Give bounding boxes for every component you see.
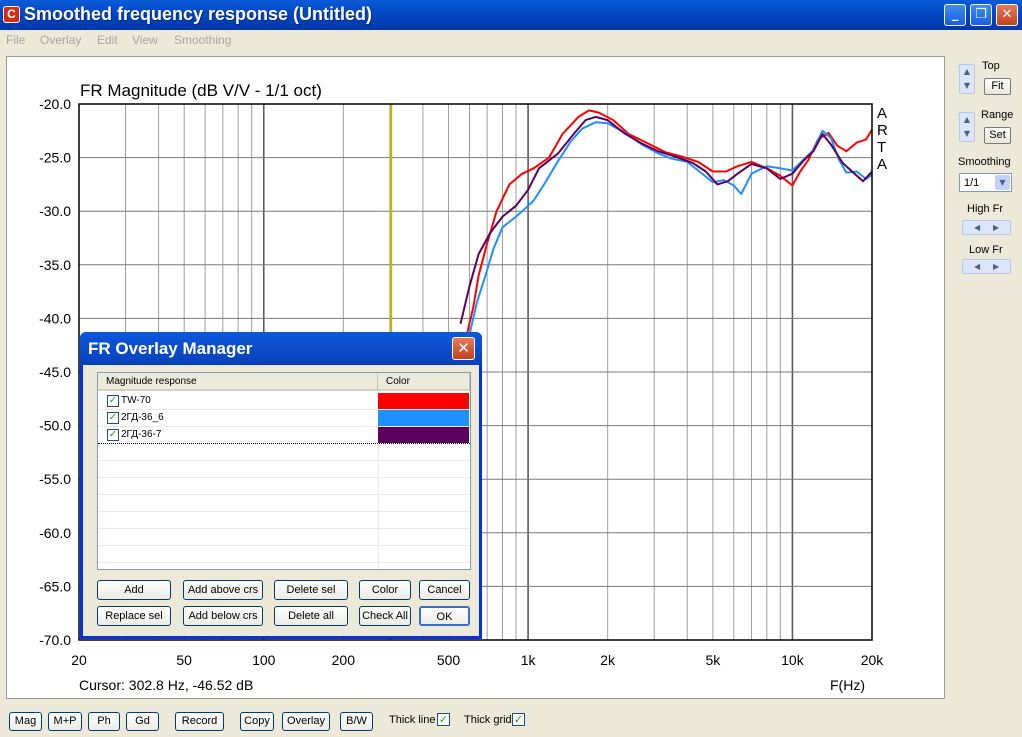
dialog-close-button[interactable]: ✕ xyxy=(452,337,475,360)
replace-sel-button[interactable]: Replace sel xyxy=(97,606,171,626)
row-name: 2ГД-36-7 xyxy=(121,429,162,440)
high-fr-label: High Fr xyxy=(967,203,1004,215)
x-tick-label: 100 xyxy=(252,652,276,668)
y-tick-label: -55.0 xyxy=(39,471,71,487)
range-label: Range xyxy=(981,109,1014,121)
x-tick-label: 20 xyxy=(71,652,87,668)
y-tick-label: -60.0 xyxy=(39,525,71,541)
x-tick-label: 5k xyxy=(705,652,721,668)
high-fr-arrows[interactable]: ◀ ▶ xyxy=(962,220,1011,235)
row-checkbox[interactable]: ✓ xyxy=(107,412,119,424)
mp-button[interactable]: M+P xyxy=(48,712,82,731)
bw-button[interactable]: B/W xyxy=(340,712,373,731)
x-tick-label: 1k xyxy=(521,652,537,668)
color-button[interactable]: Color xyxy=(359,580,411,600)
record-button[interactable]: Record xyxy=(175,712,224,731)
ph-button[interactable]: Ph xyxy=(88,712,120,731)
set-button[interactable]: Set xyxy=(984,127,1011,144)
row-color-swatch[interactable] xyxy=(378,393,469,409)
thick-line-label: Thick line xyxy=(389,714,436,726)
cancel-button[interactable]: Cancel xyxy=(419,580,470,600)
y-tick-label: -40.0 xyxy=(39,310,71,326)
add-button[interactable]: Add xyxy=(97,580,171,600)
delete-all-button[interactable]: Delete all xyxy=(274,606,348,626)
dialog-title: FR Overlay Manager xyxy=(88,339,253,358)
check-all-button[interactable]: Check All xyxy=(359,606,411,626)
top-spin[interactable]: ▲ ▼ xyxy=(959,64,975,94)
row-name: TW-70 xyxy=(121,395,151,406)
x-tick-label: 20k xyxy=(861,652,885,668)
smoothing-value: 1/1 xyxy=(964,177,980,189)
row-name: 2ГД-36_6 xyxy=(121,412,164,423)
x-tick-label: 10k xyxy=(781,652,805,668)
dialog-title-bar: FR Overlay Manager ✕ xyxy=(80,332,482,365)
y-tick-label: -35.0 xyxy=(39,257,71,273)
col-header-response[interactable]: Magnitude response xyxy=(98,373,378,391)
cursor-readout: Cursor: 302.8 Hz, -46.52 dB xyxy=(79,677,253,693)
top-label: Top xyxy=(982,60,1000,72)
ok-button[interactable]: OK xyxy=(419,606,470,626)
row-checkbox[interactable]: ✓ xyxy=(107,429,119,441)
fit-button[interactable]: Fit xyxy=(984,78,1011,95)
delete-sel-button[interactable]: Delete sel xyxy=(274,580,348,600)
chevron-down-icon[interactable]: ▼ xyxy=(995,175,1010,190)
watermark-r: R xyxy=(877,122,888,139)
range-spin[interactable]: ▲ ▼ xyxy=(959,112,975,142)
col-header-color[interactable]: Color xyxy=(378,373,470,391)
list-item[interactable]: ✓ TW-70 xyxy=(98,393,470,410)
smoothing-select[interactable]: 1/1 ▼ xyxy=(959,173,1012,192)
x-tick-label: 50 xyxy=(176,652,192,668)
overlay-manager-dialog: FR Overlay Manager ✕ Magnitude response … xyxy=(80,332,482,639)
overlay-list[interactable]: Magnitude response Color ✓ TW-70 ✓ 2ГД-3… xyxy=(97,372,471,570)
watermark-a2: A xyxy=(877,156,887,173)
thick-grid-label: Thick grid xyxy=(464,714,512,726)
watermark-a1: A xyxy=(877,105,887,122)
copy-button[interactable]: Copy xyxy=(240,712,274,731)
row-checkbox[interactable]: ✓ xyxy=(107,395,119,407)
low-fr-arrows[interactable]: ◀ ▶ xyxy=(962,259,1011,274)
smoothing-label: Smoothing xyxy=(958,156,1011,168)
row-color-swatch[interactable] xyxy=(378,410,469,426)
y-tick-label: -70.0 xyxy=(39,632,71,648)
x-tick-label: 500 xyxy=(437,652,461,668)
watermark-t: T xyxy=(877,139,886,156)
add-below-crs-button[interactable]: Add below crs xyxy=(183,606,263,626)
y-tick-label: -65.0 xyxy=(39,578,71,594)
row-color-swatch[interactable] xyxy=(378,427,469,443)
x-tick-label: 200 xyxy=(332,652,356,668)
overlay-button[interactable]: Overlay xyxy=(282,712,330,731)
plot-title: FR Magnitude (dB V/V - 1/1 oct) xyxy=(80,81,322,100)
thick-line-checkbox[interactable]: ✓ xyxy=(437,713,450,726)
y-tick-label: -25.0 xyxy=(39,150,71,166)
thick-grid-checkbox[interactable]: ✓ xyxy=(512,713,525,726)
gd-button[interactable]: Gd xyxy=(126,712,159,731)
y-tick-label: -50.0 xyxy=(39,418,71,434)
series-line-1 xyxy=(464,109,873,341)
series-line-3 xyxy=(459,115,873,325)
y-tick-label: -20.0 xyxy=(39,96,71,112)
list-item[interactable]: ✓ 2ГД-36-7 xyxy=(98,427,470,444)
y-tick-label: -45.0 xyxy=(39,364,71,380)
y-tick-label: -30.0 xyxy=(39,203,71,219)
add-above-crs-button[interactable]: Add above crs xyxy=(183,580,263,600)
x-unit-label: F(Hz) xyxy=(830,677,865,693)
mag-button[interactable]: Mag xyxy=(9,712,42,731)
list-item[interactable]: ✓ 2ГД-36_6 xyxy=(98,410,470,427)
x-tick-label: 2k xyxy=(600,652,616,668)
low-fr-label: Low Fr xyxy=(969,244,1003,256)
